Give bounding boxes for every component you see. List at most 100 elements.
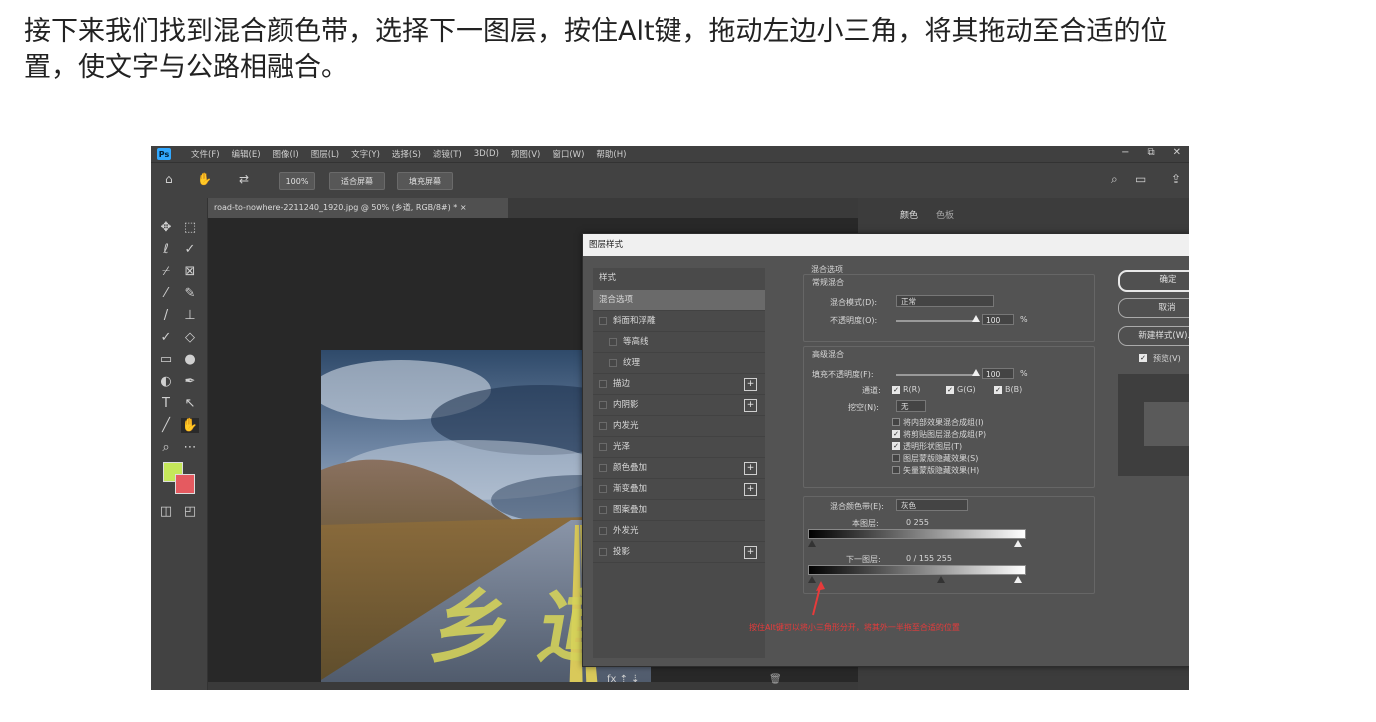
menu-help[interactable]: 帮助(H)	[596, 148, 626, 160]
advanced-option-checkbox[interactable]: ✓	[892, 430, 900, 438]
menu-view[interactable]: 视图(V)	[511, 148, 540, 160]
style-checkbox[interactable]	[599, 527, 607, 535]
advanced-option-checkbox[interactable]	[892, 466, 900, 474]
menu-image[interactable]: 图像(I)	[273, 148, 299, 160]
style-checkbox[interactable]	[599, 464, 607, 472]
style-checkbox[interactable]	[599, 380, 607, 388]
hand-tool-selected-icon[interactable]: ✋	[181, 418, 199, 433]
workspace-icon[interactable]: ▭	[1135, 172, 1146, 186]
style-checkbox[interactable]	[599, 317, 607, 325]
style-item[interactable]: 外发光	[593, 521, 765, 542]
more-tools-icon[interactable]: ⋯	[181, 440, 199, 455]
style-item[interactable]: 纹理	[593, 353, 765, 374]
line-tool-icon[interactable]: ╱	[157, 418, 175, 433]
blend-mode-select[interactable]: 正常	[896, 295, 994, 307]
restore-icon[interactable]: ⧉	[1147, 147, 1154, 158]
eraser-tool-icon[interactable]: ◇	[181, 330, 199, 345]
cancel-button[interactable]: 取消	[1118, 298, 1189, 318]
style-checkbox[interactable]	[599, 401, 607, 409]
dodge-tool-icon[interactable]: ◐	[157, 374, 175, 389]
add-style-icon[interactable]: +	[744, 399, 757, 412]
advanced-option-checkbox[interactable]: ✓	[892, 442, 900, 450]
menu-3d[interactable]: 3D(D)	[474, 149, 499, 159]
menu-type[interactable]: 文字(Y)	[351, 148, 380, 160]
crop-tool-icon[interactable]: ⌿	[157, 264, 175, 279]
fill-opacity-slider-track[interactable]	[896, 374, 976, 376]
this-layer-white-thumb[interactable]	[1014, 540, 1022, 547]
style-item[interactable]: 混合选项	[593, 290, 765, 311]
style-checkbox[interactable]	[599, 548, 607, 556]
underlying-gradient[interactable]	[808, 565, 1026, 575]
channel-b-checkbox[interactable]: ✓	[994, 386, 1002, 394]
minimize-icon[interactable]: −	[1121, 147, 1129, 158]
advanced-option-checkbox[interactable]	[892, 418, 900, 426]
add-style-icon[interactable]: +	[744, 546, 757, 559]
healing-tool-icon[interactable]: ✎	[181, 286, 199, 301]
home-icon[interactable]: ⌂	[165, 172, 173, 186]
style-checkbox[interactable]	[599, 443, 607, 451]
stamp-tool-icon[interactable]: ⊥	[181, 308, 199, 323]
ok-button[interactable]: 确定	[1118, 270, 1189, 292]
opacity-input[interactable]: 100	[982, 314, 1014, 325]
gradient-tool-icon[interactable]: ▭	[157, 352, 175, 367]
styles-header[interactable]: 样式	[593, 268, 771, 288]
search-icon[interactable]: ⌕	[1111, 172, 1118, 187]
style-checkbox[interactable]	[599, 422, 607, 430]
frame-tool-icon[interactable]: ⊠	[181, 264, 199, 279]
style-item[interactable]: 等高线	[593, 332, 765, 353]
underlying-black-thumb-right[interactable]	[936, 576, 945, 583]
style-item[interactable]: 图案叠加	[593, 500, 765, 521]
menu-window[interactable]: 窗口(W)	[552, 148, 584, 160]
type-tool-icon[interactable]: T	[157, 396, 175, 411]
menu-file[interactable]: 文件(F)	[191, 148, 220, 160]
style-item[interactable]: 斜面和浮雕	[593, 311, 765, 332]
background-color-swatch[interactable]	[175, 474, 195, 494]
menu-edit[interactable]: 编辑(E)	[232, 148, 261, 160]
panel-tab-color[interactable]: 颜色	[900, 208, 918, 221]
fx-icon[interactable]: fx ⇡ ⇣	[607, 674, 640, 685]
opacity-slider-thumb[interactable]	[972, 315, 980, 322]
share-icon[interactable]: ⇪	[1171, 172, 1181, 186]
opacity-slider-track[interactable]	[896, 320, 976, 322]
quick-mask-icon[interactable]: ◫	[157, 504, 175, 519]
history-brush-icon[interactable]: ✓	[157, 330, 175, 345]
zoom-tool-icon[interactable]: ⌕	[157, 440, 175, 455]
style-checkbox[interactable]	[599, 485, 607, 493]
path-select-icon[interactable]: ↖	[181, 396, 199, 411]
blend-if-select[interactable]: 灰色	[896, 499, 968, 511]
move-tool-icon[interactable]: ✥	[157, 220, 175, 235]
fit-screen-button[interactable]: 适合屏幕	[329, 172, 385, 190]
add-style-icon[interactable]: +	[744, 483, 757, 496]
close-icon[interactable]: ✕	[1173, 147, 1181, 158]
fill-opacity-input[interactable]: 100	[982, 368, 1014, 379]
document-tab[interactable]: road-to-nowhere-2211240_1920.jpg @ 50% (…	[208, 198, 508, 218]
zoom-100-button[interactable]: 100%	[279, 172, 315, 190]
preview-checkbox[interactable]: ✓	[1139, 354, 1147, 362]
style-item[interactable]: 渐变叠加 +	[593, 479, 765, 500]
advanced-option-checkbox[interactable]	[892, 454, 900, 462]
fill-opacity-slider-thumb[interactable]	[972, 369, 980, 376]
this-layer-black-thumb[interactable]	[808, 540, 816, 547]
marquee-tool-icon[interactable]: ⬚	[181, 220, 199, 235]
scroll-all-icon[interactable]: ⇄	[239, 172, 249, 186]
style-checkbox[interactable]	[609, 359, 617, 367]
style-item[interactable]: 内发光	[593, 416, 765, 437]
new-style-button[interactable]: 新建样式(W)...	[1118, 326, 1189, 346]
eyedropper-tool-icon[interactable]: ⁄	[157, 286, 175, 301]
this-layer-gradient[interactable]	[808, 529, 1026, 539]
blur-tool-icon[interactable]: ●	[181, 352, 199, 367]
style-item[interactable]: 描边 +	[593, 374, 765, 395]
hand-tool-icon[interactable]: ✋	[197, 172, 212, 186]
panel-tab-swatches[interactable]: 色板	[936, 208, 954, 221]
channel-r-checkbox[interactable]: ✓	[892, 386, 900, 394]
fill-screen-button[interactable]: 填充屏幕	[397, 172, 453, 190]
style-item[interactable]: 内阴影 +	[593, 395, 765, 416]
trash-icon[interactable]: 🗑	[769, 674, 782, 685]
pen-tool-icon[interactable]: ✒	[181, 374, 199, 389]
menu-select[interactable]: 选择(S)	[392, 148, 421, 160]
add-style-icon[interactable]: +	[744, 462, 757, 475]
style-item[interactable]: 颜色叠加 +	[593, 458, 765, 479]
brush-tool-icon[interactable]: /	[157, 308, 175, 323]
add-style-icon[interactable]: +	[744, 378, 757, 391]
menu-layer[interactable]: 图层(L)	[311, 148, 339, 160]
